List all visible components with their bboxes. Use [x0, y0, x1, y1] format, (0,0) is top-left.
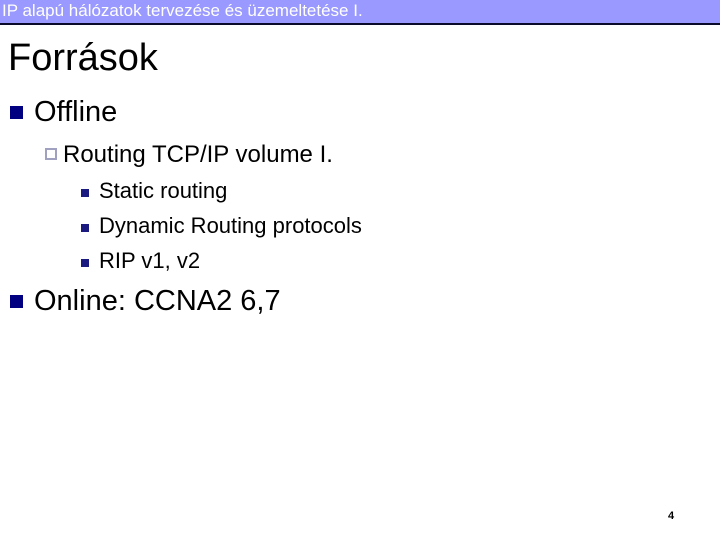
list-item-label: Routing TCP/IP volume I.: [63, 141, 333, 168]
page-number: 4: [668, 510, 675, 522]
slide-header-bar: IP alapú hálózatok tervezése és üzemelte…: [0, 0, 720, 25]
square-bullet-icon: [81, 259, 89, 267]
square-bullet-icon: [10, 106, 23, 119]
square-bullet-icon: [81, 189, 89, 197]
list-item-label: Dynamic Routing protocols: [99, 213, 362, 238]
hollow-square-bullet-icon: [45, 148, 57, 160]
course-title: IP alapú hálózatok tervezése és üzemelte…: [2, 1, 363, 20]
list-item-label: Static routing: [99, 178, 228, 203]
square-bullet-icon: [10, 295, 23, 308]
list-item-label: Online: CCNA2 6,7: [34, 285, 281, 317]
list-item-label: RIP v1, v2: [99, 248, 201, 273]
slide-title: Források: [8, 37, 158, 79]
list-item-label: Offline: [34, 96, 118, 128]
square-bullet-icon: [81, 224, 89, 232]
